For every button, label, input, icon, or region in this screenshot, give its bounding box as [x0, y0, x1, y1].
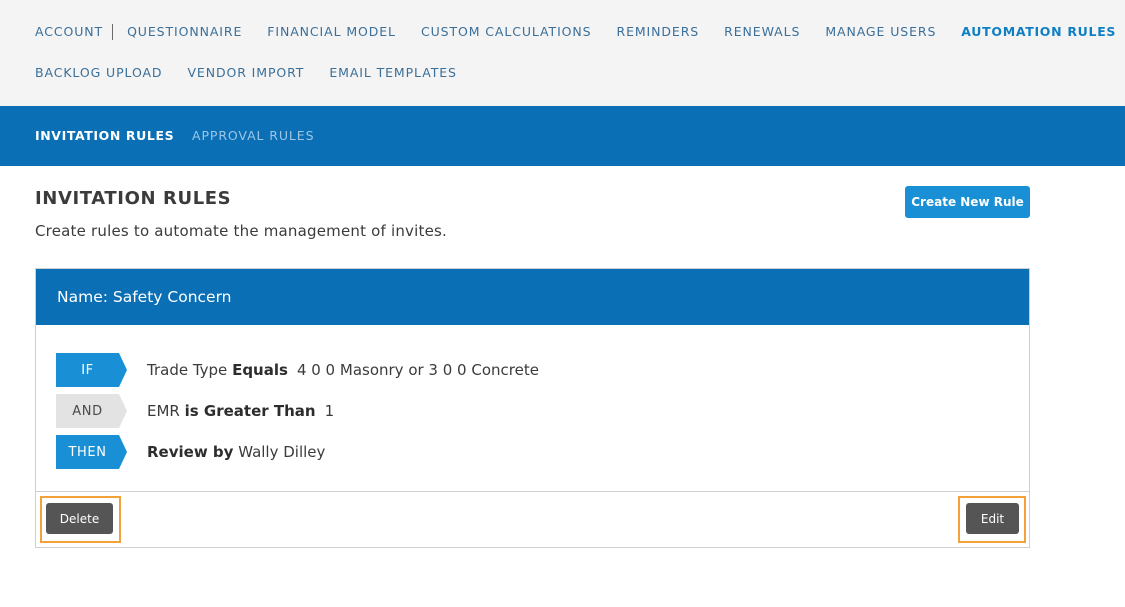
- condition-operator: Equals: [232, 360, 288, 379]
- top-nav-row-2: BACKLOG UPLOAD VENDOR IMPORT EMAIL TEMPL…: [35, 65, 457, 81]
- nav-renewals[interactable]: RENEWALS: [724, 24, 800, 40]
- nav-backlog-upload[interactable]: BACKLOG UPLOAD: [35, 65, 162, 81]
- nav-account[interactable]: ACCOUNT: [35, 24, 103, 40]
- condition-text: Trade Type Equals 4 0 0 Masonry or 3 0 0 …: [147, 361, 539, 380]
- and-tag: AND: [56, 394, 127, 428]
- condition-field: EMR: [147, 401, 180, 420]
- condition-text: EMR is Greater Than 1: [147, 402, 334, 421]
- rule-card-footer: Delete Edit: [36, 491, 1029, 547]
- create-new-rule-button[interactable]: Create New Rule: [905, 186, 1030, 218]
- top-navigation: ACCOUNT QUESTIONNAIRE FINANCIAL MODEL CU…: [0, 0, 1125, 106]
- action-target: Wally Dilley: [238, 442, 326, 461]
- rule-condition-if: IF Trade Type Equals 4 0 0 Masonry or 3 0…: [56, 353, 539, 387]
- rule-name: Name: Safety Concern: [57, 288, 232, 306]
- nav-divider: [112, 24, 114, 40]
- edit-rule-button[interactable]: Edit: [966, 503, 1019, 534]
- nav-questionnaire[interactable]: QUESTIONNAIRE: [127, 24, 242, 40]
- action-text: Review by Wally Dilley: [147, 443, 325, 462]
- tab-invitation-rules[interactable]: INVITATION RULES: [35, 128, 174, 144]
- page-description: Create rules to automate the management …: [35, 222, 447, 240]
- then-tag: THEN: [56, 435, 127, 469]
- nav-manage-users[interactable]: MANAGE USERS: [825, 24, 936, 40]
- sub-navigation: INVITATION RULES APPROVAL RULES: [0, 106, 1125, 166]
- rule-card: Name: Safety Concern IF Trade Type Equal…: [35, 268, 1030, 548]
- top-nav-row-1: ACCOUNT QUESTIONNAIRE FINANCIAL MODEL CU…: [35, 24, 1116, 40]
- condition-value: 4 0 0 Masonry or 3 0 0 Concrete: [296, 360, 539, 379]
- delete-rule-button[interactable]: Delete: [46, 503, 113, 534]
- nav-financial-model[interactable]: FINANCIAL MODEL: [267, 24, 396, 40]
- nav-custom-calculations[interactable]: CUSTOM CALCULATIONS: [421, 24, 592, 40]
- rule-action-then: THEN Review by Wally Dilley: [56, 435, 325, 469]
- condition-value: 1: [324, 401, 335, 420]
- condition-field: Trade Type: [147, 360, 228, 379]
- if-tag: IF: [56, 353, 127, 387]
- nav-automation-rules[interactable]: AUTOMATION RULES: [961, 24, 1116, 40]
- condition-operator: is Greater Than: [184, 401, 316, 420]
- tab-approval-rules[interactable]: APPROVAL RULES: [192, 128, 314, 144]
- page-title: INVITATION RULES: [35, 188, 232, 209]
- action-verb: Review by: [147, 442, 234, 461]
- rule-card-header: Name: Safety Concern: [36, 269, 1029, 325]
- nav-vendor-import[interactable]: VENDOR IMPORT: [187, 65, 304, 81]
- rule-condition-and: AND EMR is Greater Than 1: [56, 394, 334, 428]
- nav-email-templates[interactable]: EMAIL TEMPLATES: [329, 65, 457, 81]
- nav-reminders[interactable]: REMINDERS: [616, 24, 699, 40]
